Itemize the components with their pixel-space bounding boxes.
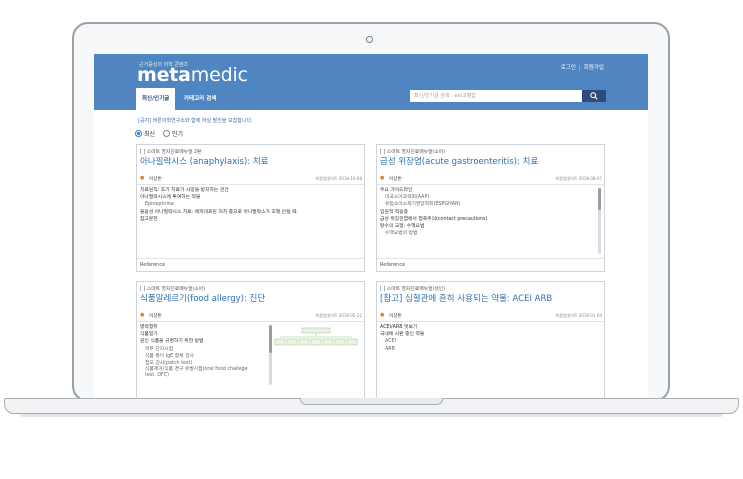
content-line: 아나필락시스에 투여하는 약물 bbox=[140, 195, 201, 201]
card-title[interactable]: 급성 위장염(acute gastroenteritis): 치료 bbox=[380, 155, 538, 167]
content-line: test, OFC) bbox=[145, 372, 170, 378]
divider bbox=[137, 258, 364, 259]
filter-latest[interactable]: 최신 bbox=[135, 130, 155, 138]
search-icon bbox=[590, 92, 598, 100]
card-category: [ ] 스마트 영자진료매뉴얼(성인) bbox=[380, 287, 446, 292]
content-line: 수액요법의 방법 bbox=[385, 231, 418, 237]
reference-link[interactable]: Reference bbox=[380, 262, 405, 268]
author-icon: ● bbox=[140, 175, 145, 181]
author-name: 이상돈 bbox=[149, 314, 162, 319]
author-row: ● 이상돈 최종업데이트 2018-05-22 bbox=[140, 312, 362, 320]
updated-date: 최종업데이트 2018-05-22 bbox=[315, 313, 362, 318]
content-line: 유럽소아소화기영양학회(ESPGHAN) bbox=[385, 202, 461, 208]
divider bbox=[377, 321, 604, 322]
auth-links: 로그인 | 회원가입 bbox=[560, 65, 604, 71]
flowchart-thumbnail bbox=[274, 327, 358, 346]
filter-popular[interactable]: 인기 bbox=[162, 130, 183, 138]
tab-latest-popular[interactable]: 최신/인기글 bbox=[136, 88, 176, 110]
content-line: ACEI bbox=[385, 339, 396, 345]
updated-date: 최종업데이트 2018-08-07 bbox=[555, 176, 602, 181]
laptop-base-shadow bbox=[20, 414, 723, 417]
content-line: ARB bbox=[385, 346, 395, 352]
author-icon: ● bbox=[140, 312, 145, 318]
article-card[interactable]: [ ] 스마트 영자진료매뉴얼(소아) 식품알레르기(food allergy)… bbox=[136, 281, 365, 398]
notice-banner[interactable]: [공지] 바른의학연구소와 함께 하실 필진을 모집합니다. bbox=[138, 117, 253, 124]
card-title[interactable]: 식품알레르기(food allergy): 진단 bbox=[140, 292, 265, 304]
divider bbox=[137, 321, 364, 322]
content-line: 입원적 적응증 bbox=[380, 209, 409, 215]
scrollbar-thumb[interactable] bbox=[269, 325, 272, 353]
sort-filter: 최신 인기 bbox=[135, 129, 189, 138]
author-row: ● 이상돈 최종업데이트 2018-01-04 bbox=[380, 312, 602, 320]
tab-category-search[interactable]: 카테고리 검색 bbox=[178, 88, 222, 110]
content-line: 원인 식품을 규명하기 위한 방법 bbox=[140, 339, 204, 345]
updated-date: 최종업데이트 2018-01-04 bbox=[555, 313, 602, 318]
content-line: 급성 위장관염에서 접촉주의(contact precautions) bbox=[380, 216, 488, 222]
content-line: 식품 특이 IgE 항체 검사 bbox=[145, 353, 194, 359]
article-card[interactable]: [ ] 스마트 영자진료매뉴얼(소아) 급성 위장염(acute gastroe… bbox=[376, 144, 605, 272]
content-line: 불응성 아나필락시스 치료: 에피네프린 처치 중으로 아나필락스가 조절 안될… bbox=[140, 209, 297, 215]
radio-icon bbox=[162, 130, 170, 137]
content-line: ACEI/ARB 멋보기 bbox=[380, 325, 418, 330]
radio-selected-icon bbox=[135, 130, 142, 137]
card-title[interactable]: 아나필락시스 (anaphylaxis): 치료 bbox=[140, 155, 268, 167]
search-button[interactable] bbox=[582, 90, 606, 102]
card-title[interactable]: [참고] 심혈관에 흔히 사용되는 약물: ACEI ARB bbox=[380, 292, 552, 304]
content-line: Epinephrine bbox=[145, 202, 174, 208]
content-line: 피부 단자시험 bbox=[145, 346, 174, 352]
author-name: 이상돈 bbox=[149, 177, 162, 182]
content-line: 참고문헌 bbox=[140, 216, 158, 222]
card-content: 병력청취 식품일기 원인 식품을 규명하기 위한 방법 피부 단자시험 식품 특… bbox=[140, 324, 248, 378]
card-content: 치료원칙: 초기 치료가 사망을 방지하는 관건 아나필락시스에 투여하는 약물… bbox=[140, 187, 297, 223]
content-line: 국내에 시판 중인 약물 bbox=[380, 332, 425, 338]
content-line: 식품일기 bbox=[140, 332, 158, 338]
updated-date: 최종업데이트 2018-10-08 bbox=[315, 176, 362, 181]
content-line: 주요 가이드라인 bbox=[380, 188, 413, 193]
author-name: 이상돈 bbox=[389, 314, 402, 319]
scrollbar[interactable] bbox=[598, 188, 601, 254]
card-content: ACEI/ARB 멋보기 국내에 시판 중인 약물 ACEI ARB bbox=[380, 324, 424, 353]
login-link[interactable]: 로그인 bbox=[561, 65, 576, 71]
article-card[interactable]: [ ] 스마트 영자진료매뉴얼 2판 아나필락시스 (anaphylaxis):… bbox=[136, 144, 365, 272]
content-line: 치료원칙: 초기 치료가 사망을 방지하는 관건 bbox=[140, 188, 229, 193]
author-row: ● 이상돈 최종업데이트 2018-08-07 bbox=[380, 175, 602, 183]
site-header: 근거중심의 의학 콘텐츠 metamedic 로그인 | 회원가입 최신/인기글 카… bbox=[94, 54, 648, 110]
card-category: [ ] 스마트 영자진료매뉴얼(소아) bbox=[380, 150, 446, 155]
author-row: ● 이상돈 최종업데이트 2018-10-08 bbox=[140, 175, 362, 183]
article-card[interactable]: [ ] 스마트 영자진료매뉴얼(성인) [참고] 심혈관에 흔히 사용되는 약물… bbox=[376, 281, 605, 398]
scrollbar-thumb[interactable] bbox=[598, 188, 601, 210]
divider bbox=[377, 258, 604, 259]
screen: 근거중심의 의학 콘텐츠 metamedic 로그인 | 회원가입 최신/인기글 카… bbox=[94, 54, 648, 398]
content-line: 탈수의 교정: 수액요법 bbox=[380, 224, 425, 230]
divider bbox=[377, 184, 604, 185]
card-content: 주요 가이드라인 미국소아과학회(AAP) 유럽소아소화기영양학회(ESPGHA… bbox=[380, 187, 487, 237]
camera-icon bbox=[366, 36, 373, 43]
laptop-notch bbox=[300, 398, 443, 405]
content-line: 병력청취 bbox=[140, 325, 158, 330]
content-line: 식품제거/식품 경구 유발시험(oral food challege bbox=[145, 367, 248, 373]
scrollbar[interactable] bbox=[269, 325, 272, 385]
divider bbox=[137, 184, 364, 185]
signup-link[interactable]: 회원가입 bbox=[584, 65, 604, 71]
card-category: [ ] 스마트 영자진료매뉴얼 2판 bbox=[140, 150, 202, 155]
author-icon: ● bbox=[380, 312, 385, 318]
author-icon: ● bbox=[380, 175, 385, 181]
reference-link[interactable]: Reference bbox=[140, 262, 165, 268]
search-input[interactable]: 최신/인기글 검색 : ex)고혈압 bbox=[410, 90, 582, 102]
card-category: [ ] 스마트 영자진료매뉴얼(소아) bbox=[140, 287, 206, 292]
author-name: 이상돈 bbox=[389, 177, 402, 182]
site-logo[interactable]: metamedic bbox=[137, 64, 248, 86]
content-line: 미국소아과학회(AAP) bbox=[385, 195, 430, 201]
